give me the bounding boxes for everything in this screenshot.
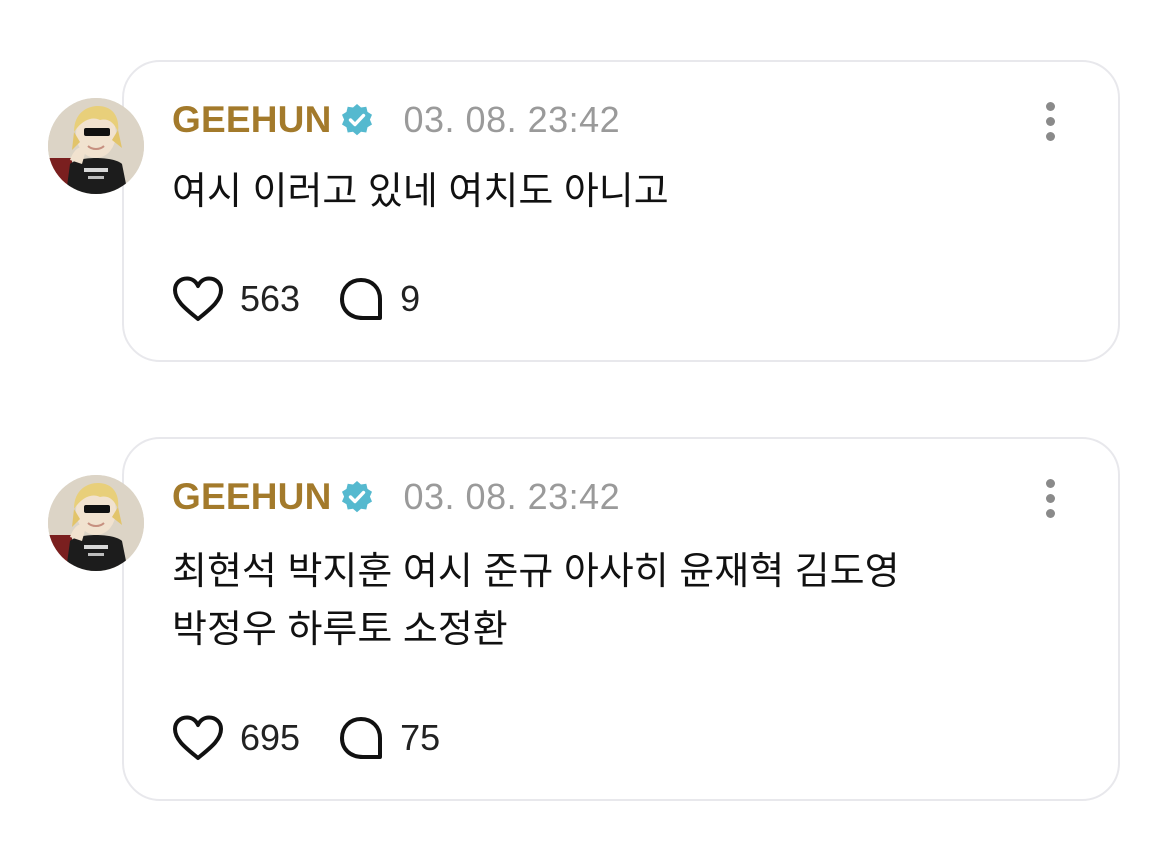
more-options-button[interactable]	[1042, 479, 1058, 519]
comment-actions: 695 75	[172, 713, 478, 763]
username[interactable]: GEEHUN	[172, 99, 332, 141]
comment-header: GEEHUN 03. 08. 23:42	[172, 98, 620, 142]
reply-count: 9	[400, 278, 421, 319]
comment-card: GEEHUN 03. 08. 23:42 최현석 박지훈 여시 준규 아사히 윤…	[122, 437, 1120, 801]
comment-card: GEEHUN 03. 08. 23:42 여시 이러고 있네 여치도 아니고 5…	[122, 60, 1120, 362]
username[interactable]: GEEHUN	[172, 476, 332, 518]
avatar[interactable]	[48, 98, 144, 194]
like-count: 563	[240, 278, 301, 319]
avatar-image	[48, 98, 144, 194]
comment-header: GEEHUN 03. 08. 23:42	[172, 475, 620, 519]
like-button[interactable]: 563	[172, 276, 300, 322]
like-count: 695	[240, 717, 301, 758]
speech-bubble-icon	[340, 278, 383, 320]
more-vertical-icon	[1046, 102, 1055, 111]
comment-text: 여시 이러고 있네 여치도 아니고	[172, 171, 669, 213]
reply-count: 75	[400, 717, 441, 758]
comment-text: 최현석 박지훈 여시 준규 아사히 윤재혁 김도영 박정우 하루토 소정환	[172, 551, 900, 651]
comment-actions: 563 9	[172, 274, 458, 324]
speech-bubble-icon	[340, 717, 383, 759]
reply-button[interactable]: 9	[338, 276, 420, 322]
avatar-image	[48, 475, 144, 571]
heart-icon	[173, 276, 223, 321]
verified-badge-icon	[341, 481, 372, 513]
verified-badge-icon	[341, 104, 372, 136]
more-vertical-icon	[1046, 479, 1055, 488]
like-button[interactable]: 695	[172, 715, 300, 761]
comment-feed: GEEHUN 03. 08. 23:42 여시 이러고 있네 여치도 아니고 5…	[0, 0, 1170, 864]
timestamp: 03. 08. 23:42	[403, 476, 621, 517]
reply-button[interactable]: 75	[338, 715, 440, 761]
more-options-button[interactable]	[1042, 102, 1058, 142]
timestamp: 03. 08. 23:42	[403, 99, 621, 140]
avatar[interactable]	[48, 475, 144, 571]
heart-icon	[173, 715, 223, 760]
